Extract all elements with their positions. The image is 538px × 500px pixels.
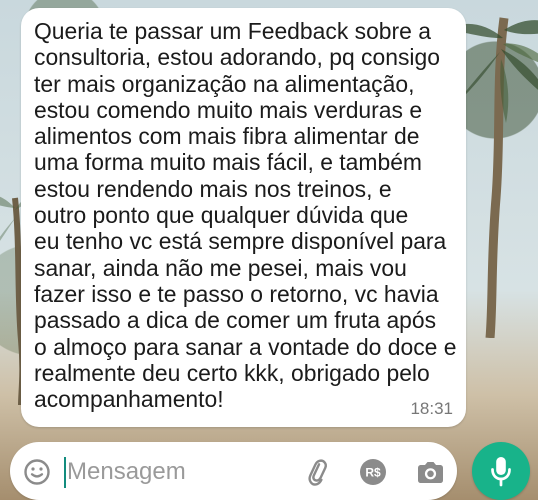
- emoji-icon: [24, 459, 50, 485]
- message-input[interactable]: [63, 456, 273, 488]
- payment-button[interactable]: R$: [359, 458, 387, 486]
- payment-icon: R$: [360, 459, 386, 485]
- incoming-message-bubble: Queria te passar um Feedback sobre a con…: [21, 8, 466, 427]
- camera-button[interactable]: [415, 458, 445, 486]
- attach-button[interactable]: [301, 456, 333, 488]
- message-composer: R$: [10, 442, 457, 500]
- microphone-icon: [491, 457, 511, 487]
- payment-symbol: R$: [365, 466, 381, 480]
- emoji-button[interactable]: [23, 458, 51, 486]
- camera-icon: [418, 462, 443, 483]
- text-cursor: [64, 457, 66, 488]
- paperclip-icon: [308, 459, 327, 486]
- voice-message-button[interactable]: [472, 442, 530, 500]
- message-time: 18:31: [410, 399, 453, 418]
- message-text: Queria te passar um Feedback sobre a con…: [34, 18, 457, 413]
